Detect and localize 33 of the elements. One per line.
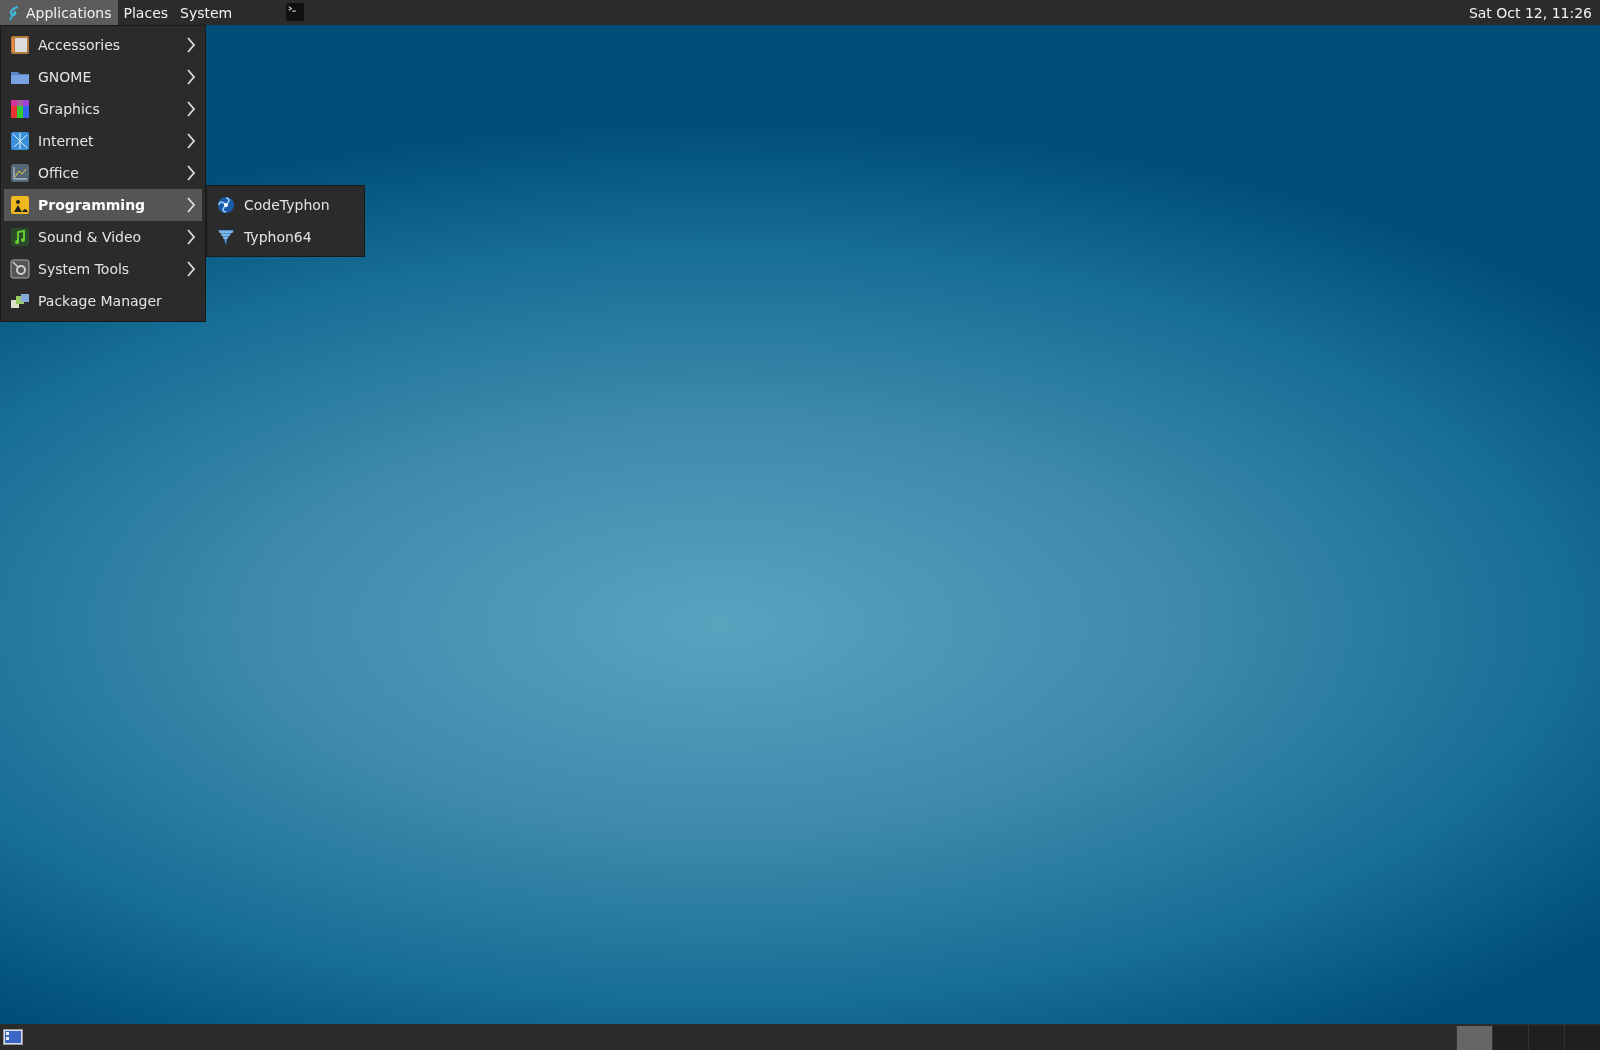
chevron-right-icon (186, 37, 196, 53)
packages-icon (10, 291, 30, 311)
workspace-button[interactable] (1492, 1026, 1528, 1050)
panel-menu[interactable]: System (174, 0, 239, 25)
music-note-icon (10, 227, 30, 247)
chevron-right-icon (186, 197, 196, 213)
menu-item[interactable]: Office (4, 157, 202, 189)
chevron-right-icon (186, 133, 196, 149)
menu-item[interactable]: Internet (4, 125, 202, 157)
menu-item[interactable]: System Tools (4, 253, 202, 285)
chevron-right-icon (186, 165, 196, 181)
swirl-icon (216, 195, 236, 215)
menu-item[interactable]: Graphics (4, 93, 202, 125)
chevron-right-icon (186, 261, 196, 277)
menu-item[interactable]: Package Manager (4, 285, 202, 317)
menu-item[interactable]: Sound & Video (4, 221, 202, 253)
menu-item[interactable]: CodeTyphon (210, 189, 361, 221)
menu-item[interactable]: Programming (4, 189, 202, 221)
chevron-right-icon (186, 69, 196, 85)
menu-item[interactable]: Typhon64 (210, 221, 361, 253)
show-desktop-icon[interactable] (1, 1029, 25, 1045)
menu-item[interactable]: Accessories (4, 29, 202, 61)
menu-item[interactable]: GNOME (4, 61, 202, 93)
clock[interactable]: Sat Oct 12, 11:26 (1468, 4, 1600, 21)
panel-menu[interactable]: Places (117, 0, 175, 25)
chart-icon (10, 163, 30, 183)
workspace-button[interactable] (1456, 1026, 1492, 1050)
chevron-right-icon (186, 101, 196, 117)
chevron-right-icon (186, 229, 196, 245)
color-palette-icon (10, 99, 30, 119)
tornado-icon (216, 227, 236, 247)
panel-menu[interactable]: Applications (0, 0, 118, 25)
terminal-icon[interactable] (286, 2, 307, 23)
